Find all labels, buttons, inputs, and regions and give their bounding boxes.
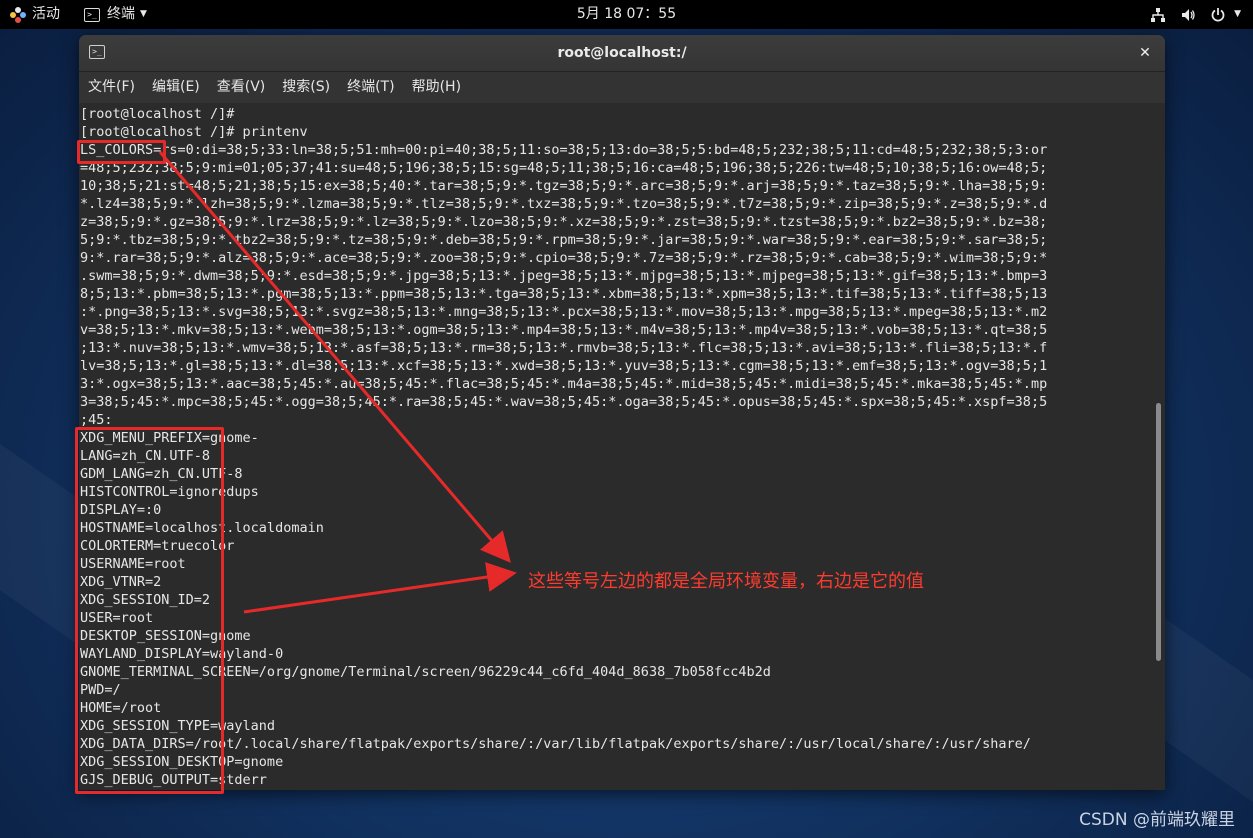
annotation-text: 这些等号左边的都是全局环境变量，右边是它的值 [528,571,924,592]
watermark: CSDN @前端玖耀里 [1079,810,1235,830]
annotation-arrow [158,151,511,563]
annotation-arrow [243,562,517,614]
annotation-arrows [158,151,517,614]
